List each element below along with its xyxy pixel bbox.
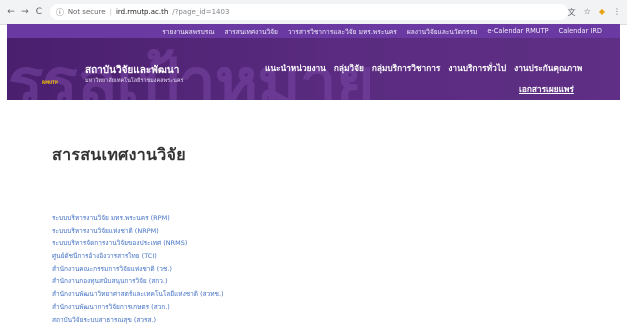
link-nrct[interactable]: สำนักงานคณะกรรมการวิจัยแห่งชาติ (วช.) bbox=[52, 263, 224, 276]
browser-toolbar: ← → C ⓘ Not secure | ird.rmutp.ac.th/?pa… bbox=[0, 0, 627, 25]
university-subtitle: มหาวิทยาลัยเทคโนโลยีราชมงคลพระนคร bbox=[85, 78, 184, 84]
link-rpm[interactable]: ระบบบริหารงานวิจัย มทร.พระนคร (RPM) bbox=[52, 212, 224, 225]
link-nrpm[interactable]: ระบบบริหารงานวิจัยแห่งชาติ (NRPM) bbox=[52, 225, 224, 238]
institute-title[interactable]: สถาบันวิจัยและพัฒนา bbox=[85, 63, 179, 78]
address-bar[interactable]: ⓘ Not secure | ird.rmutp.ac.th/?page_id=… bbox=[49, 4, 568, 20]
reload-icon[interactable]: C bbox=[32, 7, 46, 17]
browser-menu-icon[interactable]: ⋮ bbox=[613, 7, 621, 18]
link-nstda[interactable]: สำนักงานพัฒนาวิทยาศาสตร์และเทคโนโลยีแห่ง… bbox=[52, 288, 224, 301]
back-arrow-icon[interactable]: ← bbox=[4, 7, 18, 17]
nav-publications[interactable]: เอกสารเผยแพร่ bbox=[519, 82, 574, 96]
link-nrms[interactable]: ระบบบริหารจัดการงานวิจัยของประเทศ (NRMS) bbox=[52, 237, 224, 250]
nav-quality-assurance[interactable]: งานประกันคุณภาพ bbox=[514, 61, 582, 75]
link-tci[interactable]: ศูนย์ดัชนีการอ้างอิงวารสารไทย (TCI) bbox=[52, 250, 224, 263]
info-icon[interactable]: ⓘ bbox=[56, 7, 64, 18]
nav-research-group[interactable]: กลุ่มวิจัย bbox=[334, 61, 364, 75]
nav-academic-service[interactable]: กลุ่มบริการวิชาการ bbox=[372, 61, 441, 75]
extension-icon[interactable]: ◆ bbox=[599, 7, 605, 18]
forward-arrow-icon[interactable]: → bbox=[18, 7, 32, 17]
url-path: /?page_id=1403 bbox=[172, 8, 230, 16]
research-link-list: ระบบบริหารงานวิจัย มทร.พระนคร (RPM) ระบบ… bbox=[52, 212, 224, 326]
translate-icon[interactable]: 文 bbox=[568, 7, 576, 18]
link-hsri[interactable]: สถาบันวิจัยระบบสาธารณสุข (สวรส.) bbox=[52, 314, 224, 327]
main-navigation: แนะนำหน่วยงาน กลุ่มวิจัย กลุ่มบริการวิชา… bbox=[265, 61, 582, 75]
link-trf[interactable]: สำนักงานกองทุนสนับสนุนการวิจัย (สกว.) bbox=[52, 275, 224, 288]
logo-badge[interactable]: RMUTP bbox=[42, 80, 64, 87]
top-link-e-calendar[interactable]: e-Calendar RMUTP bbox=[487, 27, 548, 35]
link-arda[interactable]: สำนักงานพัฒนาการวิจัยการเกษตร (สวก.) bbox=[52, 301, 224, 314]
url-host: ird.rmutp.ac.th bbox=[115, 8, 169, 16]
security-label: Not secure bbox=[67, 8, 106, 16]
site-header: รายงานผลพรบรณ สารสนเทศงานวิจัย วารสารวิช… bbox=[7, 24, 620, 100]
address-separator: | bbox=[109, 8, 112, 16]
browser-actions: 文 ☆ ◆ ⋮ bbox=[568, 7, 621, 18]
bookmark-star-icon[interactable]: ☆ bbox=[584, 7, 591, 18]
top-link-calendar-ird[interactable]: Calendar IRD bbox=[559, 27, 602, 35]
top-link-research-works[interactable]: ผลงานวิจัยและนวัตกรรม bbox=[407, 26, 478, 37]
page-title: สารสนเทศงานวิจัย bbox=[52, 144, 186, 164]
nav-general-service[interactable]: งานบริการทั่วไป bbox=[448, 61, 506, 75]
nav-about[interactable]: แนะนำหน่วยงาน bbox=[265, 61, 326, 75]
